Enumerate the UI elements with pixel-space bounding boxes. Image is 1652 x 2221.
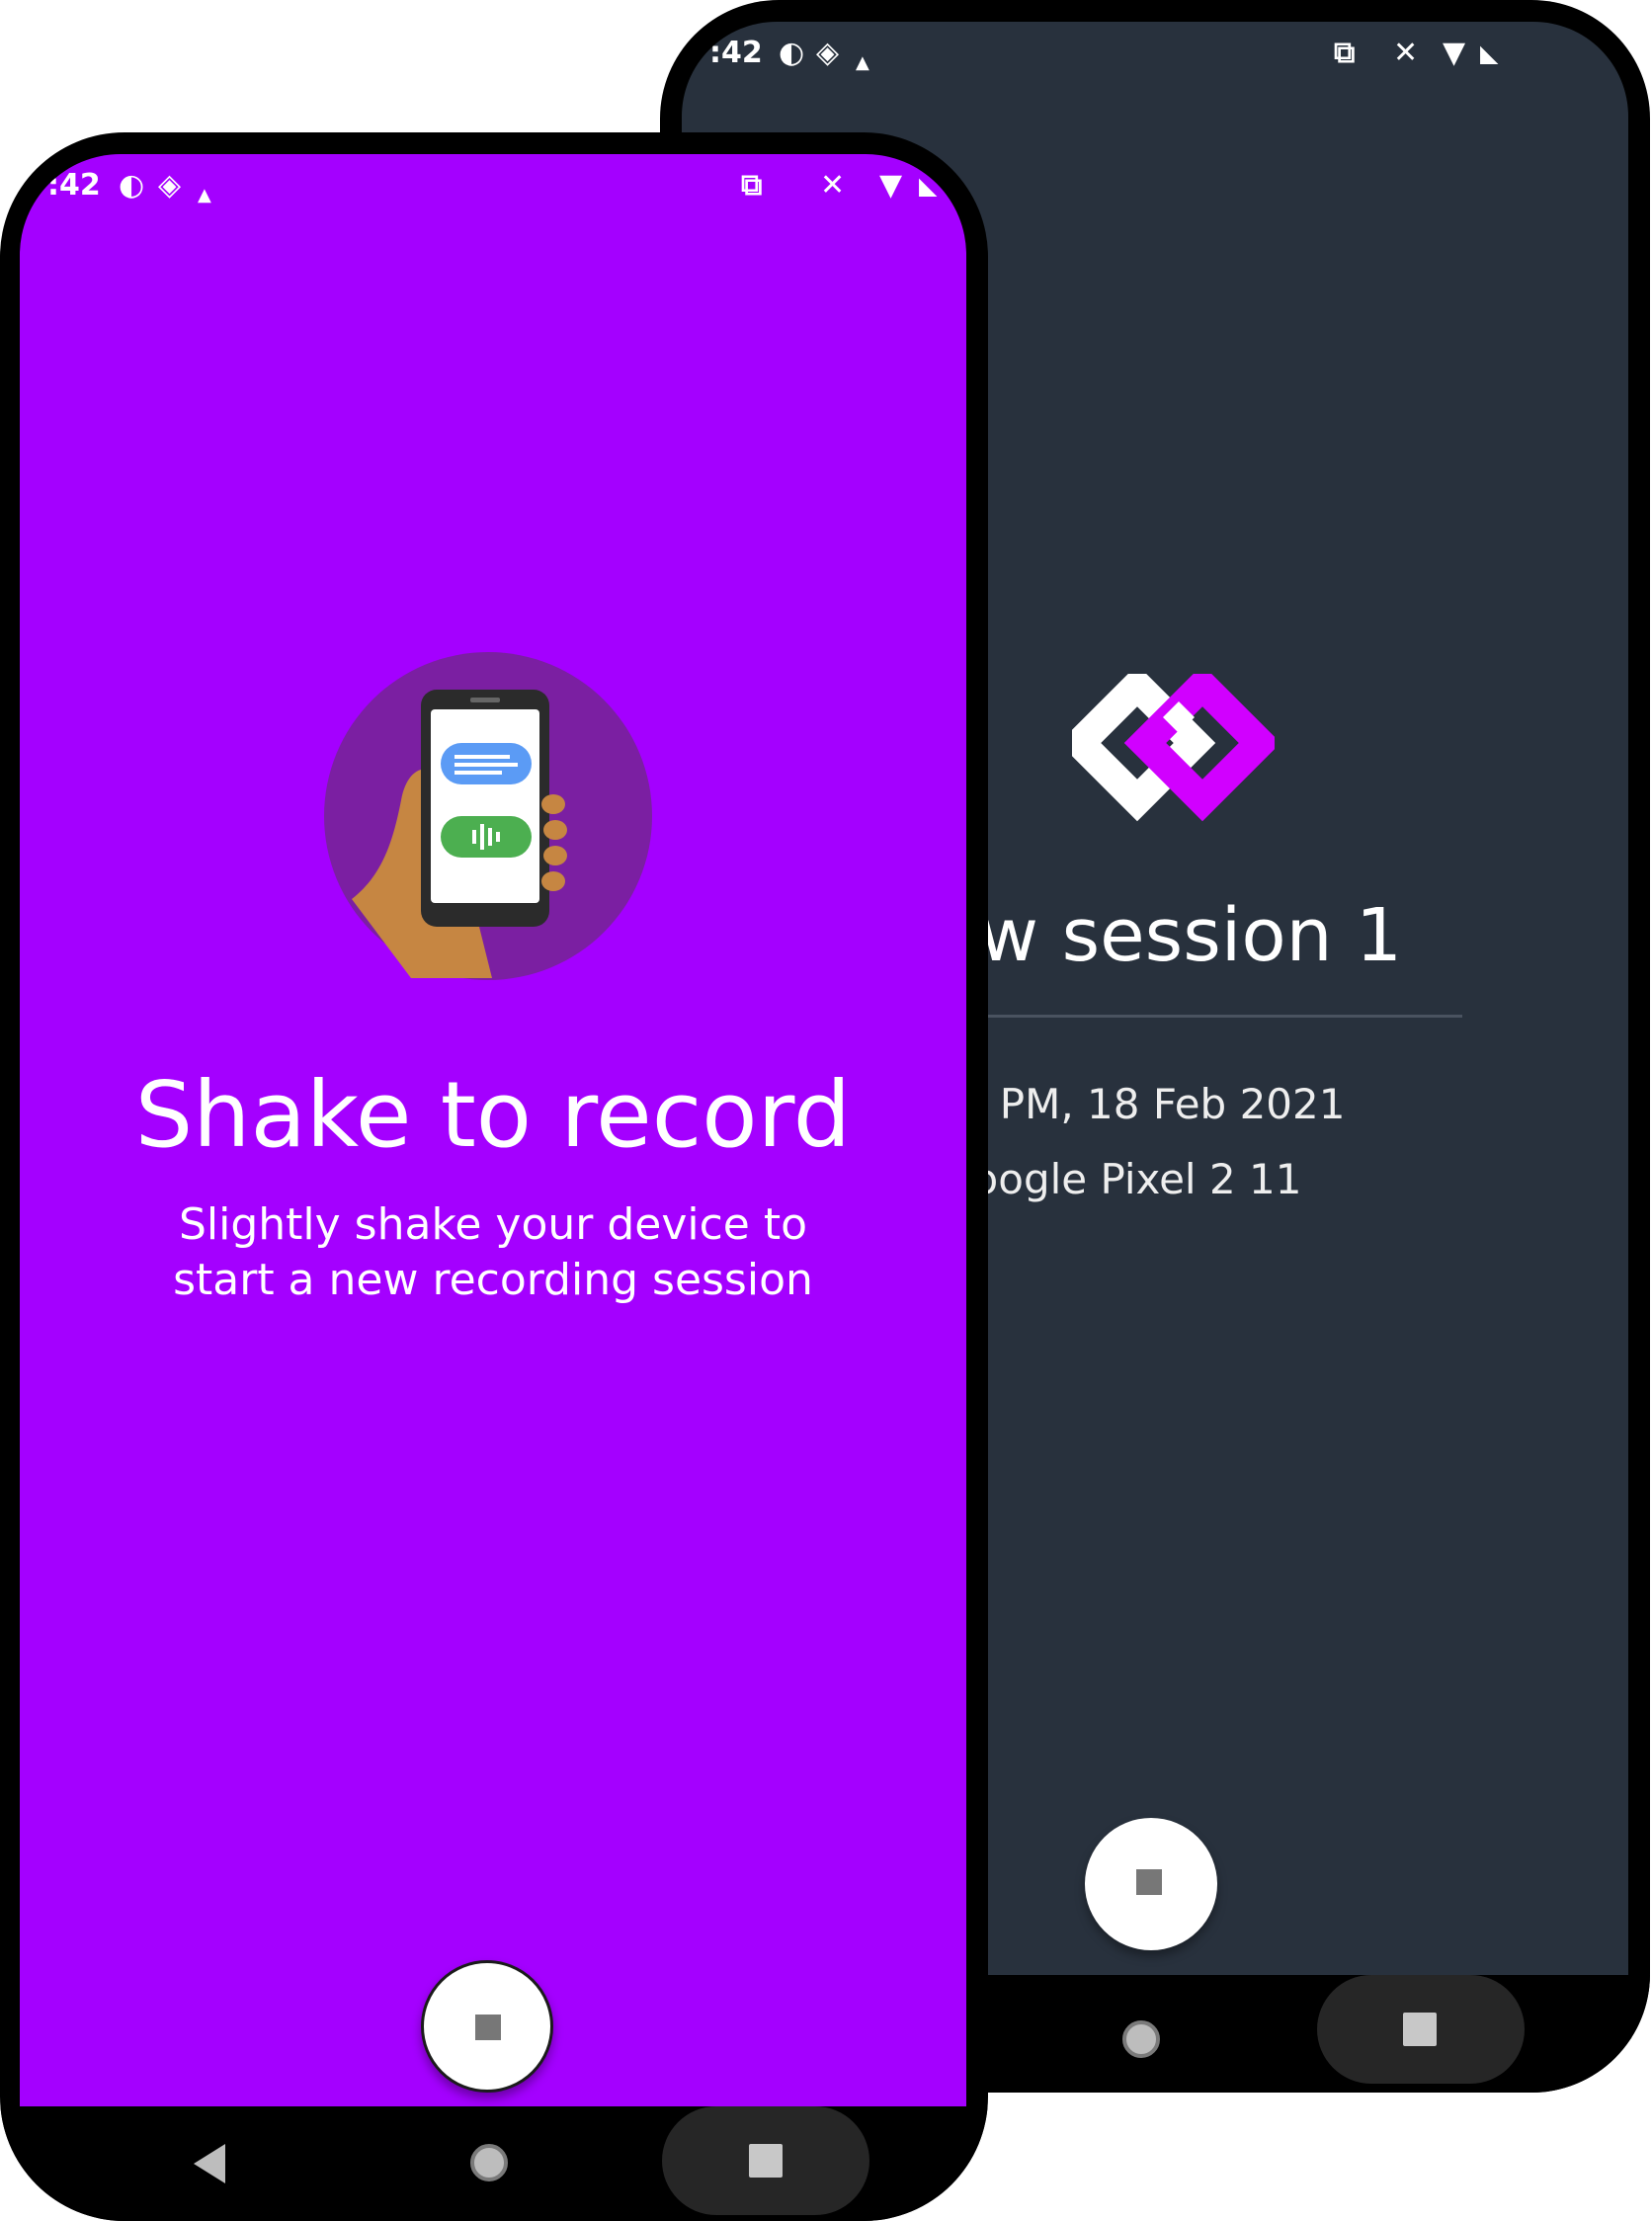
bell-off-icon: ✕ bbox=[820, 168, 846, 203]
bell-off-icon: ✕ bbox=[1393, 36, 1419, 70]
cast-icon: ⧉ bbox=[741, 168, 763, 203]
stop-recording-button[interactable] bbox=[1085, 1818, 1217, 1950]
cast-icon: ⧉ bbox=[1334, 36, 1356, 70]
recents-button[interactable] bbox=[662, 2106, 869, 2215]
session-title: ew session 1 bbox=[934, 893, 1403, 978]
stop-icon bbox=[1136, 1869, 1162, 1895]
circle-icon: ◐ bbox=[779, 36, 805, 70]
status-bar: :42 ◐ ◈ ▲ ⧉ ✕ ▼ ◣ bbox=[682, 22, 1628, 111]
wifi-icon: ▼ bbox=[879, 168, 903, 203]
stop-icon bbox=[475, 2015, 501, 2040]
recents-icon bbox=[749, 2144, 783, 2178]
recents-icon bbox=[1403, 2013, 1437, 2046]
small-triangle-icon: ▲ bbox=[856, 52, 869, 73]
home-icon[interactable] bbox=[1122, 2020, 1160, 2058]
navigation-bar bbox=[0, 2106, 988, 2221]
double-arrow-icon: ◈ bbox=[158, 168, 182, 203]
session-device: Google Pixel 2 11 bbox=[941, 1155, 1302, 1203]
status-time: :42 bbox=[47, 168, 101, 203]
double-arrow-icon: ◈ bbox=[816, 36, 840, 70]
status-bar: :42 ◐ ◈ ▲ ⧉ ✕ ▼ ◣ bbox=[20, 154, 966, 243]
shake-illustration bbox=[324, 652, 652, 980]
app-logo-icon bbox=[1072, 674, 1275, 822]
front-phone-screen: :42 ◐ ◈ ▲ ⧉ ✕ ▼ ◣ Shake to record Slight… bbox=[20, 154, 966, 2108]
session-datetime: 42 PM, 18 Feb 2021 bbox=[934, 1080, 1346, 1128]
small-triangle-icon: ▲ bbox=[198, 185, 211, 206]
page-title: Shake to record bbox=[134, 1062, 852, 1168]
back-icon[interactable] bbox=[194, 2144, 225, 2183]
circle-icon: ◐ bbox=[119, 168, 145, 203]
recents-button[interactable] bbox=[1317, 1975, 1525, 2084]
front-phone: :42 ◐ ◈ ▲ ⧉ ✕ ▼ ◣ Shake to record Slight… bbox=[0, 132, 988, 2221]
home-icon[interactable] bbox=[470, 2144, 508, 2181]
battery-icon: ◣ bbox=[919, 172, 938, 200]
page-subtitle: Slightly shake your device to start a ne… bbox=[173, 1199, 813, 1305]
wifi-icon: ▼ bbox=[1443, 36, 1466, 70]
status-time: :42 bbox=[709, 36, 763, 70]
divider bbox=[919, 1015, 1462, 1018]
battery-icon: ◣ bbox=[1480, 40, 1499, 67]
stop-recording-button[interactable] bbox=[421, 1960, 553, 2093]
